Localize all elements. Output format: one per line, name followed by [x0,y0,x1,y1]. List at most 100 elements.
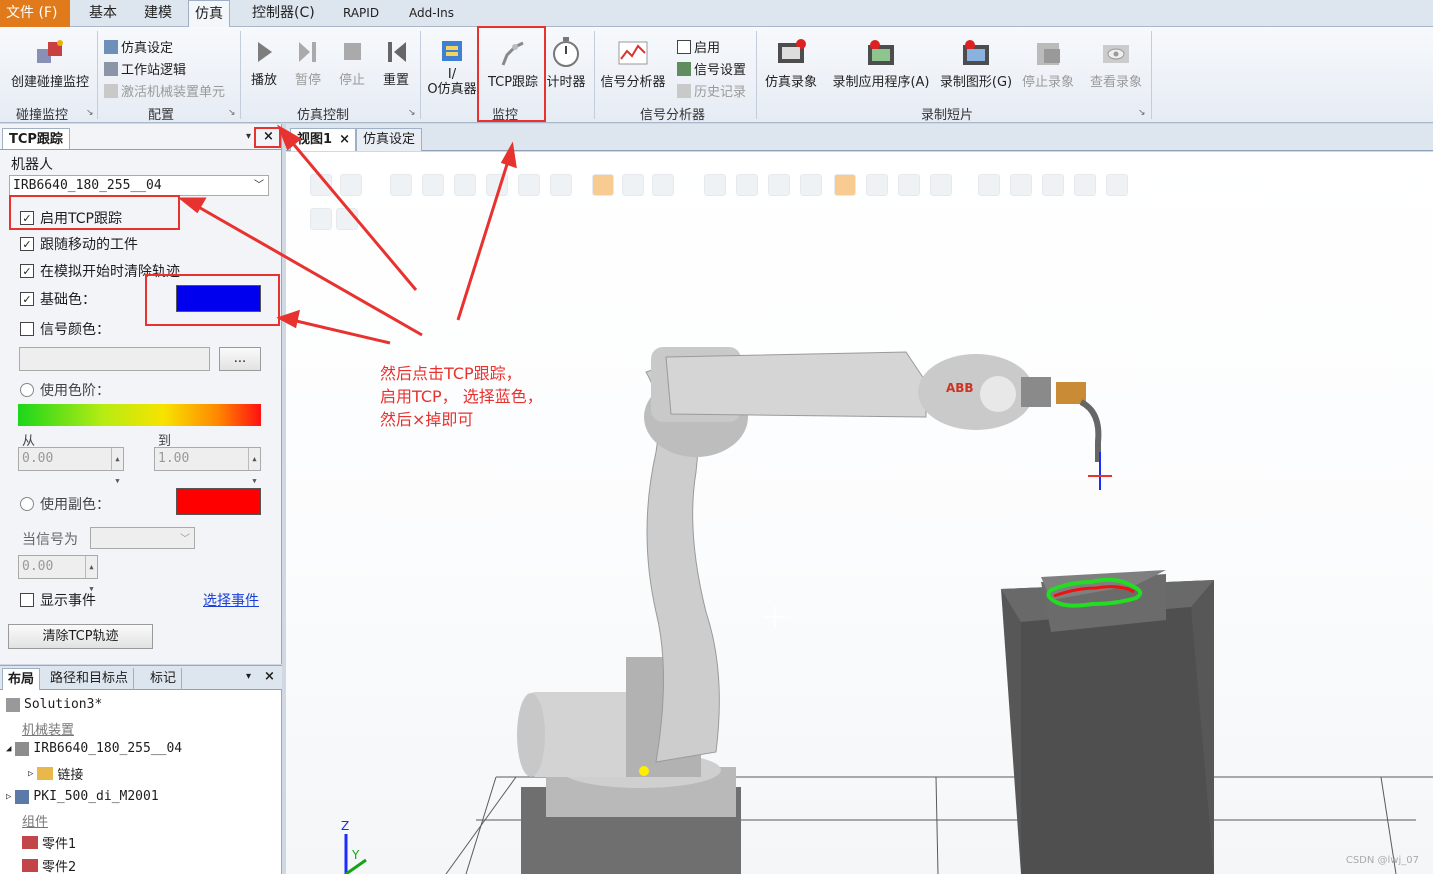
reset-label: 重置 [382,73,409,88]
tab-modeling[interactable]: 建模 [138,0,178,27]
spinner-icon[interactable]: ▲ ▼ [111,448,123,485]
tree-tool[interactable]: ▷ PKI_500_di_M2001 [6,789,159,804]
reset-icon [388,42,406,62]
pane-dropdown-icon[interactable]: ▾ [246,671,251,682]
tab-layout[interactable]: 布局 [2,668,41,690]
group-launcher-icon[interactable]: ↘ [408,108,416,118]
scene-svg [344,347,1433,874]
signal-analyzer-button[interactable]: 信号分析器 [598,37,668,90]
tab-tags[interactable]: 标记 [145,668,183,690]
group-launcher-icon[interactable]: ↘ [1138,108,1146,118]
separator [756,31,757,119]
logic-icon [104,61,118,76]
tab-view1[interactable]: 视图1 × [290,128,356,151]
part-2-label: 零件2 [42,860,77,874]
collapse-icon[interactable]: ▷ [6,792,11,802]
tab-addins[interactable]: Add-Ins [403,0,460,27]
activate-mechanism-button[interactable]: 激活机械装置单元 [104,81,225,100]
robot-select[interactable]: IRB6640_180_255__04 ﹀ [9,175,269,196]
stop-recording-button[interactable]: 停止录象 [1018,37,1078,90]
create-collision-monitor-button[interactable]: 创建碰撞监控 [6,37,94,90]
tab-sim-settings[interactable]: 仿真设定 [356,128,423,151]
record-graphics-button[interactable]: 录制图形(G) [938,37,1014,90]
clear-on-start-checkbox[interactable]: ✓ 在模拟开始时清除轨迹 [20,261,180,281]
tab-simulation[interactable]: 仿真 [188,0,230,28]
show-events-checkbox[interactable]: 显示事件 [20,590,96,610]
history-button[interactable]: 历史记录 [677,81,746,100]
tab-paths-targets[interactable]: 路径和目标点 [45,668,135,690]
to-input[interactable]: 1.00 ▲ ▼ [154,447,261,485]
base-color-checkbox[interactable]: ✓ 基础色： [20,289,96,309]
reset-button[interactable]: 重置 [378,37,414,88]
radio-icon [20,497,34,511]
sim-recording-button[interactable]: 仿真录象 [760,37,822,90]
enable-tcp-checkbox[interactable]: ✓ 启用TCP跟踪 [20,208,122,228]
clear-on-start-label: 在模拟开始时清除轨迹 [40,264,180,280]
group-launcher-icon[interactable]: ↘ [86,108,94,118]
part-icon [22,836,38,849]
station-logic-button[interactable]: 工作站逻辑 [104,59,186,78]
follow-workpiece-checkbox[interactable]: ✓ 跟随移动的工件 [20,234,138,254]
io-simulator-button[interactable]: I/ O仿真器 [425,37,479,97]
tab-rapid[interactable]: RAPID [337,0,385,27]
expand-icon[interactable]: ◢ [6,744,11,754]
robot-node-label: IRB6640_180_255__04 [33,741,183,756]
color-scale-radio[interactable]: 使用色阶： [20,380,110,400]
stopwatch-icon [553,37,579,67]
signal-value-select[interactable]: ﹀ [90,527,195,549]
tree-solution[interactable]: Solution3* [6,697,102,712]
robot-select-value: IRB6640_180_255__04 [13,178,162,193]
close-icon[interactable]: × [264,669,275,684]
signal-color-checkbox[interactable]: 信号颜色： [20,319,110,339]
close-icon[interactable]: × [263,129,274,144]
select-events-link[interactable]: 选择事件 [203,590,259,610]
io-simulator-label-2: O仿真器 [427,82,477,97]
browse-button[interactable]: ... [219,347,261,371]
play-button[interactable]: 播放 [248,37,280,88]
secondary-color-swatch[interactable] [176,488,261,515]
signal-value-input[interactable]: 0.00 ▲ ▼ [18,555,98,593]
part-icon [22,859,38,872]
secondary-color-label: 使用副色： [40,497,110,513]
timer-button[interactable]: 计时器 [544,35,588,90]
sim-settings-button[interactable]: 仿真设定 [104,37,173,56]
close-icon[interactable]: × [339,129,350,151]
view-recording-label: 查看录象 [1089,75,1142,90]
tree-part-2[interactable]: 零件2 [22,856,76,874]
3d-viewport[interactable]: ABB Z Y CSDN @lwj_07 [286,152,1433,874]
tcp-trace-tab[interactable]: TCP跟踪 [2,128,70,150]
tab-controller[interactable]: 控制器(C) [246,0,321,27]
collapse-icon[interactable]: ▷ [28,769,33,779]
signal-value: 0.00 [22,559,54,574]
spinner-icon[interactable]: ▲ ▼ [85,556,97,593]
signal-settings-button[interactable]: 信号设置 [677,59,746,78]
base-color-swatch[interactable] [176,285,261,312]
tab-file[interactable]: 文件 (F) [0,0,70,27]
pane-dropdown-icon[interactable]: ▾ [246,131,251,142]
tcp-trace-button[interactable]: TCP跟踪 [486,37,540,90]
stop-button[interactable]: 停止 [334,37,370,88]
group-launcher-icon[interactable]: ↘ [228,108,236,118]
secondary-color-radio[interactable]: 使用副色： [20,494,110,514]
separator [420,31,421,119]
record-graphics-label: 录制图形(G) [939,75,1013,90]
from-input[interactable]: 0.00 ▲ ▼ [18,447,124,485]
show-events-label: 显示事件 [40,593,96,609]
spinner-icon[interactable]: ▲ ▼ [248,448,260,485]
enable-analyzer-checkbox[interactable]: 启用 [677,37,720,56]
check-icon: ✓ [20,292,34,306]
tree-links[interactable]: ▷ 链接 [28,764,83,783]
play-icon [258,42,272,62]
follow-workpiece-label: 跟随移动的工件 [40,237,138,253]
signal-input[interactable] [19,347,210,371]
group-sim-control-label: 仿真控制 [297,108,350,123]
clear-tcp-trace-button[interactable]: 清除TCP轨迹 [8,624,153,649]
tab-basic[interactable]: 基本 [83,0,123,27]
record-app-button[interactable]: 录制应用程序(A) [830,37,932,90]
pause-button[interactable]: 暂停 [290,37,326,88]
record-graphics-icon [963,40,989,65]
tree-part-1[interactable]: 零件1 [22,833,76,852]
view-recording-button[interactable]: 查看录象 [1086,37,1146,90]
tree-robot[interactable]: ◢ IRB6640_180_255__04 [6,741,182,756]
tool-label: PKI_500_di_M2001 [33,789,159,804]
